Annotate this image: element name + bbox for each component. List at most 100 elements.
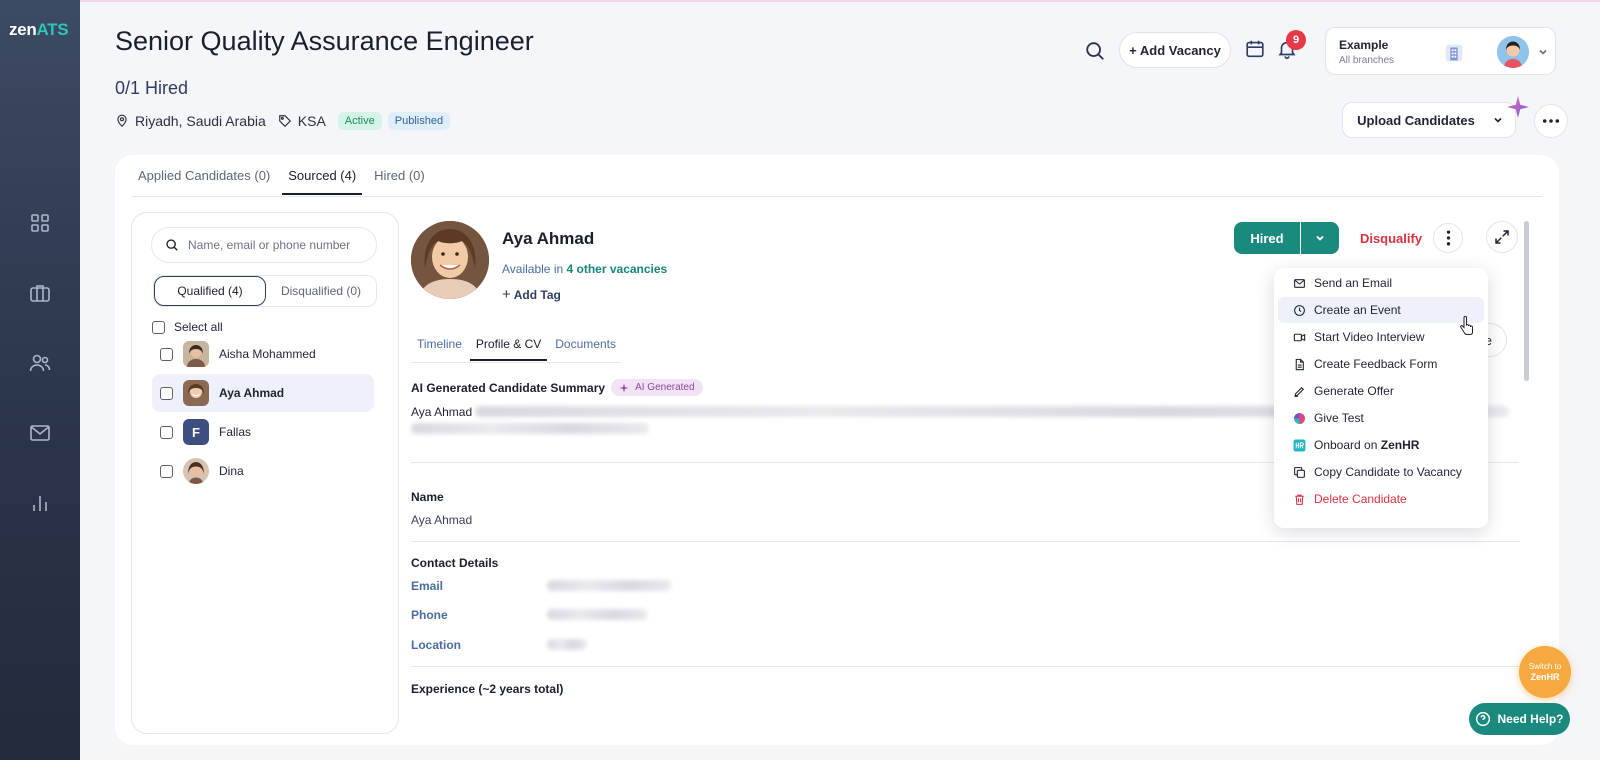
menu-item-create-feedback-form[interactable]: Create Feedback Form [1278,351,1484,377]
need-help-button[interactable]: Need Help? [1469,703,1570,735]
video-icon [1293,333,1306,341]
document-icon [1295,358,1304,370]
select-all-checkbox[interactable] [152,320,165,334]
candidate-checkbox[interactable] [160,425,173,439]
page-title: Senior Quality Assurance Engineer [115,26,534,56]
availability-prefix: Available in [502,262,564,276]
test-logo-icon [1294,412,1305,424]
list-item[interactable]: Aisha Mohammed [152,335,374,373]
menu-item-start-video-interview[interactable]: Start Video Interview [1278,324,1484,350]
candidate-search-input[interactable]: Name, email or phone number [151,227,377,263]
chevron-down-icon [1493,117,1502,123]
mouse-pointer-icon [1460,315,1474,336]
menu-item-label: Generate Offer [1314,384,1394,398]
menu-item-give-test[interactable]: Give Test [1278,405,1484,431]
tab-timeline[interactable]: Timeline [411,335,468,361]
search-placeholder: Name, email or phone number [188,238,351,252]
more-horizontal-icon [1542,119,1560,123]
candidate-checkbox[interactable] [160,464,173,478]
more-vertical-icon [1446,230,1450,246]
detail-tabs-divider [411,362,621,363]
organization-switcher[interactable]: Example All branches [1325,27,1556,75]
add-tag-button[interactable]: + Add Tag [502,286,561,303]
list-item-selected[interactable]: Aya Ahmad [152,374,374,412]
sidebar: zenATS [0,0,80,760]
name-section-title: Name [411,490,444,504]
users-icon[interactable] [28,351,52,375]
tag-icon [278,115,291,128]
candidate-full-name: Aya Ahmad [502,229,595,248]
menu-item-label: Create an Event [1314,303,1401,317]
candidate-actions-button[interactable] [1433,223,1463,253]
upload-candidates-button[interactable]: Upload Candidates [1342,102,1490,138]
filter-disqualified[interactable]: Disqualified (0) [266,276,376,306]
section-divider [411,666,1519,667]
candidate-detail-tabs: Timeline Profile & CV Documents [411,335,624,363]
ai-summary-title: AI Generated Candidate Summary [411,380,606,395]
more-options-button[interactable] [1534,104,1568,138]
ai-sparkle-icon[interactable] [1506,95,1530,119]
menu-item-send-email[interactable]: Send an Email [1278,270,1484,296]
candidate-list-panel: Name, email or phone number Qualified (4… [131,212,399,734]
detail-scrollbar[interactable] [1524,221,1529,381]
ai-badge-label: AI Generated [635,382,695,393]
menu-item-copy-to-vacancy[interactable]: Copy Candidate to Vacancy [1278,459,1484,485]
add-tag-label: Add Tag [513,288,561,302]
help-circle-icon [1476,711,1491,727]
chevron-down-icon [1537,46,1549,58]
dashboard-grid-icon[interactable] [28,211,52,235]
hired-options-dropdown[interactable] [1301,222,1339,254]
mail-icon [1294,278,1305,288]
tab-hired[interactable]: Hired (0) [368,155,431,195]
tab-profile-cv[interactable]: Profile & CV [469,335,548,361]
contact-section-title: Contact Details [411,556,499,570]
tab-sourced[interactable]: Sourced (4) [282,155,363,195]
summary-lead-text: Aya Ahmad [411,405,473,419]
availability-note: Available in 4 other vacancies [502,262,667,276]
menu-item-delete-candidate[interactable]: Delete Candidate [1278,486,1484,512]
candidate-photo [411,221,489,299]
user-avatar[interactable] [1497,36,1529,68]
list-item[interactable]: F Fallas [152,413,374,451]
location-pin-icon [117,114,127,128]
disqualify-button[interactable]: Disqualify [1351,222,1431,254]
ai-generated-badge: AI Generated [611,379,703,396]
menu-item-label: Copy Candidate to Vacancy [1314,465,1462,479]
switch-line-2: ZenHR [1530,672,1560,682]
qualification-filter: Qualified (4) Disqualified (0) [153,275,377,307]
name-value: Aya Ahmad [411,513,473,527]
experience-section-title: Experience (~2 years total) [411,682,564,696]
tab-documents[interactable]: Documents [549,335,622,361]
add-vacancy-button[interactable]: + Add Vacancy [1119,32,1231,68]
candidate-action-menu: Send an Email Create an Event Start Vide… [1274,268,1488,528]
filter-qualified[interactable]: Qualified (4) [154,276,266,306]
clock-icon [1294,304,1305,316]
briefcase-icon[interactable] [28,281,52,305]
candidate-checkbox[interactable] [160,347,173,361]
candidate-checkbox[interactable] [160,386,173,400]
switch-to-zenhr-button[interactable]: Switch to ZenHR [1519,646,1571,698]
trash-icon [1295,494,1304,505]
calendar-icon[interactable] [1244,38,1266,60]
tab-applied[interactable]: Applied Candidates (0) [132,155,276,195]
section-divider [411,541,1519,542]
hired-status-button[interactable]: Hired [1234,222,1300,254]
bar-chart-icon[interactable] [28,491,52,515]
expand-icon[interactable] [1486,221,1518,253]
notification-count-badge: 9 [1286,30,1306,50]
blurred-location-value [547,639,587,650]
menu-item-create-event[interactable]: Create an Event [1278,297,1484,323]
menu-item-label: Delete Candidate [1314,492,1407,506]
select-all-row[interactable]: Select all [152,320,223,334]
menu-item-label: Send an Email [1314,276,1393,290]
mail-icon[interactable] [28,421,52,445]
menu-item-onboard-zenhr[interactable]: Onboard on ZenHR [1278,432,1484,458]
blurred-phone-value [547,609,647,620]
search-icon[interactable] [1084,40,1106,62]
list-item[interactable]: Dina [152,452,374,490]
candidate-name: Fallas [219,425,252,439]
menu-item-generate-offer[interactable]: Generate Offer [1278,378,1484,404]
other-vacancies-link[interactable]: 4 other vacancies [567,262,668,276]
app-logo[interactable]: zenATS [9,20,69,40]
vacancy-meta: Riyadh, Saudi Arabia KSA Active Publishe… [115,112,451,130]
